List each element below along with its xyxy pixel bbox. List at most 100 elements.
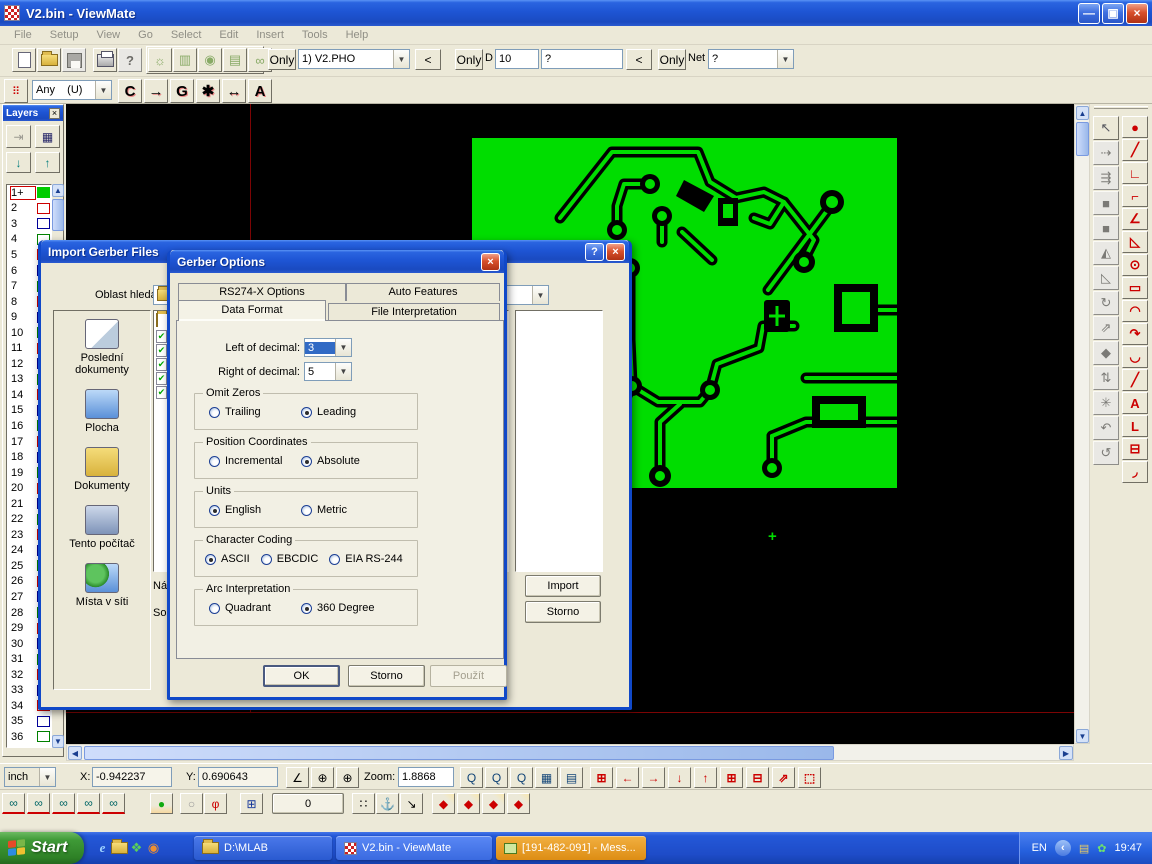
copy-tool[interactable]: ⇶ — [1093, 166, 1119, 190]
highlight-flash-icon[interactable]: ☼ — [148, 48, 172, 72]
view-layers-glasses-icon[interactable]: ∞ — [77, 793, 100, 814]
snap-arrows-icon[interactable]: ↘ — [400, 793, 423, 814]
context-help-icon[interactable]: ? — [118, 48, 142, 72]
place-desktop[interactable]: Plocha — [55, 389, 149, 434]
chevron-down-icon[interactable]: ▼ — [39, 768, 55, 786]
scroll-up-icon[interactable]: ▲ — [1076, 106, 1089, 120]
chevron-down-icon[interactable]: ▼ — [532, 286, 548, 304]
lamp-probe-icon[interactable]: φ — [204, 793, 227, 814]
minimize-button[interactable]: — — [1078, 3, 1100, 24]
traffic-light-icon[interactable]: ● — [150, 793, 173, 814]
layer-attach-icon[interactable]: ⇥ — [6, 125, 31, 148]
layer-row[interactable]: 36 — [7, 729, 51, 745]
radio-option[interactable]: Metric — [301, 504, 389, 516]
layers-scroll-thumb[interactable] — [52, 199, 64, 231]
tray-note-icon[interactable]: ▤ — [1079, 842, 1089, 855]
tab-file-interpretation[interactable]: File Interpretation — [328, 303, 500, 321]
gerber-close-icon[interactable]: × — [481, 253, 500, 271]
settings-tool[interactable]: ✳ — [1093, 391, 1119, 415]
chevron-down-icon[interactable]: ▼ — [393, 50, 409, 68]
dcode-draw-icon[interactable]: → — [144, 79, 168, 103]
restore-button[interactable]: ▣ — [1102, 3, 1124, 24]
line-tool[interactable]: ╱ — [1122, 139, 1148, 161]
pad-select-icon[interactable]: ◆ — [457, 793, 480, 814]
palette-gripper[interactable] — [1094, 106, 1148, 109]
dot-grid-icon[interactable]: ∷ — [352, 793, 375, 814]
grid-full-icon[interactable]: ▦ — [535, 767, 558, 788]
vertical-scrollbar[interactable]: ▲ ▼ — [1074, 104, 1090, 744]
grid-cross-icon[interactable]: ⊞ — [590, 767, 613, 788]
scroll-down-icon[interactable]: ▼ — [1076, 729, 1089, 743]
grid-half-icon[interactable]: ▤ — [560, 767, 583, 788]
menu-item[interactable]: View — [88, 27, 128, 43]
parent-folder-icon[interactable] — [156, 313, 158, 327]
taskbar-button-messenger[interactable]: [191-482-091] - Mess... — [496, 836, 646, 860]
tab-auto-features[interactable]: Auto Features — [346, 283, 500, 301]
taskbar-button-viewmate[interactable]: V2.bin - ViewMate — [336, 836, 492, 860]
aperture-list-icon[interactable]: ⠿ — [4, 79, 28, 103]
radio-option[interactable]: ASCII — [205, 553, 250, 565]
radio-option[interactable]: EBCDIC — [261, 553, 319, 565]
selection-frame-icon[interactable]: ⬚ — [798, 767, 821, 788]
radio-option[interactable]: Trailing — [209, 406, 297, 418]
scale-tool[interactable]: ⇗ — [1093, 316, 1119, 340]
move-to-tool[interactable]: ⇢ — [1093, 141, 1119, 165]
layer-row[interactable]: 35 — [7, 714, 51, 730]
previous-dcode-button[interactable]: < — [415, 49, 441, 70]
block-b-tool[interactable]: ■ — [1093, 216, 1119, 240]
layer-row[interactable]: 3 — [7, 216, 51, 232]
place-documents[interactable]: Dokumenty — [55, 447, 149, 492]
chevron-down-icon[interactable]: ▼ — [777, 50, 793, 68]
rotation-value[interactable]: 0 — [272, 793, 344, 814]
place-network[interactable]: Místa v síti — [55, 563, 149, 608]
window-grid-icon[interactable]: ⊞ — [240, 793, 263, 814]
align-tool[interactable]: ⇅ — [1093, 366, 1119, 390]
text-tool[interactable]: A — [1122, 392, 1148, 414]
radio-option[interactable]: 360 Degree — [301, 602, 389, 614]
import-cancel-button[interactable]: Storno — [525, 601, 601, 623]
angle-measure-icon[interactable]: ∠ — [286, 767, 309, 788]
radio-option[interactable]: Quadrant — [209, 602, 297, 614]
polyline-tool[interactable]: ∟ — [1122, 162, 1148, 184]
menu-item[interactable]: File — [6, 27, 40, 43]
rectangle-tool[interactable]: ▭ — [1122, 277, 1148, 299]
layer-color-swatch[interactable] — [37, 731, 50, 742]
gerber-cancel-button[interactable]: Storno — [348, 665, 425, 687]
place-my-computer[interactable]: Tento počítač — [55, 505, 149, 550]
arc-down-tool[interactable]: ◡ — [1122, 346, 1148, 368]
dcode-flash-icon[interactable]: ✱ — [196, 79, 220, 103]
chevron-down-icon[interactable]: ▼ — [335, 363, 351, 380]
firefox-icon[interactable]: ◉ — [145, 840, 162, 857]
zoom-value[interactable]: 1.8868 — [398, 767, 454, 787]
gerber-dialog-titlebar[interactable]: Gerber Options × — [170, 250, 504, 273]
pan-down-icon[interactable]: ↓ — [668, 767, 691, 788]
place-recent-documents[interactable]: Poslední dokumenty — [55, 319, 149, 376]
chevron-down-icon[interactable]: ▼ — [95, 81, 111, 99]
pad-copy-icon[interactable]: ◆ — [507, 793, 530, 814]
open-file-icon[interactable] — [37, 48, 61, 72]
grid-combine-icon[interactable]: ⊞ — [720, 767, 743, 788]
print-icon[interactable] — [93, 48, 117, 72]
layer-row[interactable]: 1+ — [7, 185, 51, 201]
dcode-filter-input[interactable]: ? — [541, 49, 623, 69]
reader-icon[interactable]: ❖ — [128, 840, 145, 857]
close-button[interactable]: × — [1126, 3, 1148, 24]
shear-tool[interactable]: ◺ — [1093, 266, 1119, 290]
mirror-tool[interactable]: ◭ — [1093, 241, 1119, 265]
only-dcode-button[interactable]: Only — [455, 49, 483, 70]
apply-button[interactable]: Použít — [430, 665, 507, 687]
menu-item[interactable]: Edit — [211, 27, 246, 43]
layer-color-swatch[interactable] — [37, 203, 50, 214]
curve-tool[interactable]: ↷ — [1122, 323, 1148, 345]
menu-item[interactable]: Setup — [42, 27, 87, 43]
probe-origin-icon[interactable]: ⊕ — [336, 767, 359, 788]
import-button[interactable]: Import — [525, 575, 601, 597]
undo-tool[interactable]: ↶ — [1093, 416, 1119, 440]
menu-item[interactable]: Insert — [248, 27, 292, 43]
view-selection-glasses-icon[interactable]: ∞ — [52, 793, 75, 814]
dimension-tool[interactable]: ⊟ — [1122, 438, 1148, 460]
dcode-width-icon[interactable]: ↔ — [222, 79, 246, 103]
measure-tool[interactable]: ↺ — [1093, 441, 1119, 465]
tab-data-format[interactable]: Data Format — [178, 300, 326, 321]
menu-item[interactable]: Tools — [294, 27, 336, 43]
